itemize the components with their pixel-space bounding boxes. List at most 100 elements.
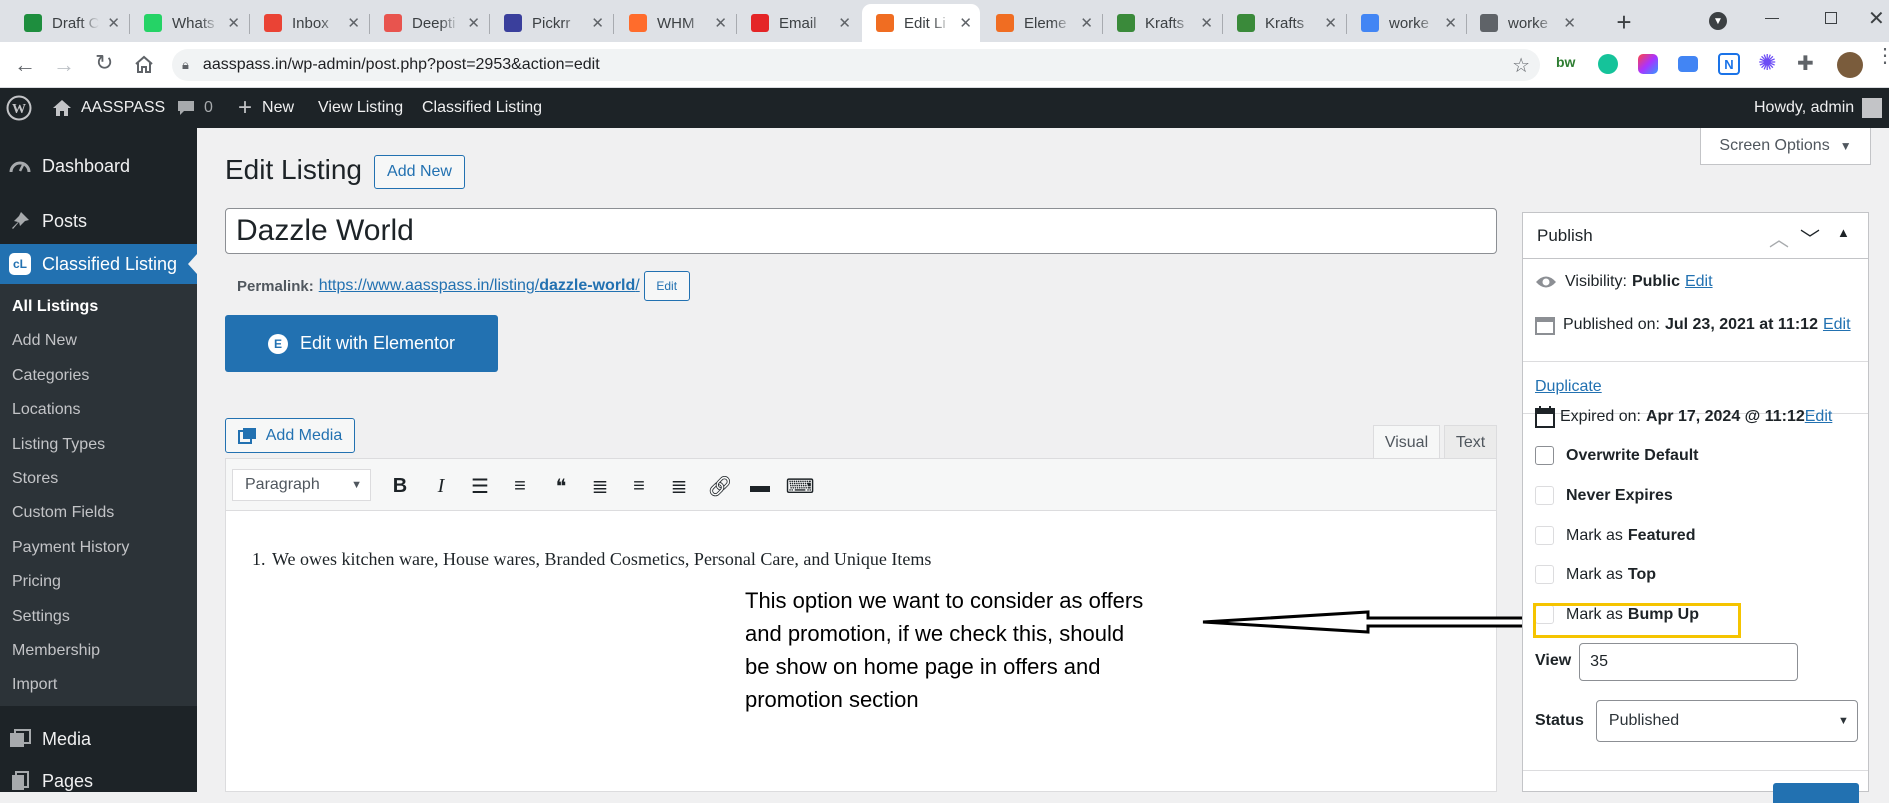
extensions-puzzle-icon[interactable]: ✚ — [1797, 51, 1814, 76]
menu-pages[interactable]: Pages — [0, 761, 197, 801]
top-checkbox[interactable] — [1535, 565, 1554, 584]
bold-icon[interactable]: B — [387, 473, 413, 499]
browser-menu-icon[interactable]: ⋮ — [1875, 46, 1889, 66]
browser-tab[interactable]: Krafts ✕ — [1103, 4, 1221, 42]
browser-tab[interactable]: WHM ✕ — [615, 4, 735, 42]
italic-icon[interactable]: I — [428, 473, 454, 499]
submenu-item[interactable]: Import — [12, 676, 57, 694]
restore-button[interactable] — [1825, 12, 1837, 24]
align-right-icon[interactable]: ≣ — [666, 473, 692, 499]
view-count-input[interactable]: 35 — [1579, 643, 1799, 681]
minimize-button[interactable] — [1765, 18, 1779, 19]
close-tab-icon[interactable]: ✕ — [227, 14, 240, 32]
submenu-item[interactable]: Custom Fields — [12, 504, 114, 522]
bookmark-star-icon[interactable]: ☆ — [1512, 53, 1530, 78]
sparkle-extension-icon[interactable]: ✺ — [1758, 50, 1776, 76]
browser-tab[interactable]: Eleme ✕ — [982, 4, 1101, 42]
menu-media[interactable]: Media — [0, 719, 197, 759]
reload-icon[interactable]: ↻ — [95, 50, 113, 76]
submenu-item[interactable]: Payment History — [12, 539, 129, 557]
browser-tab[interactable]: Draft C ✕ — [10, 4, 128, 42]
close-tab-icon[interactable]: ✕ — [1080, 14, 1093, 32]
numbered-list-icon[interactable]: ≡ — [507, 473, 533, 499]
bullet-list-icon[interactable]: ☰ — [467, 473, 493, 499]
top-row[interactable]: Mark as Top — [1535, 565, 1656, 584]
duplicate-link[interactable]: Duplicate — [1535, 378, 1602, 396]
new-tab-button[interactable]: + — [1610, 7, 1638, 37]
featured-checkbox[interactable] — [1535, 526, 1554, 545]
submenu-item[interactable]: Membership — [12, 642, 100, 660]
overwrite-default-row[interactable]: Overwrite Default — [1535, 446, 1698, 465]
submenu-item[interactable]: Locations — [12, 401, 81, 419]
browser-tab[interactable]: worke ✕ — [1466, 4, 1584, 42]
permalink-link[interactable]: https://www.aasspass.in/listing/dazzle-w… — [319, 277, 640, 295]
wordpress-logo-icon[interactable]: W — [6, 88, 32, 128]
submenu-item[interactable]: Settings — [12, 608, 70, 626]
grammarly-icon[interactable] — [1598, 54, 1618, 74]
browser-tab[interactable]: Deepti ✕ — [370, 4, 488, 42]
home-icon[interactable] — [134, 55, 154, 73]
close-tab-icon[interactable]: ✕ — [347, 14, 360, 32]
submenu-item[interactable]: Add New — [12, 332, 77, 350]
close-tab-icon[interactable]: ✕ — [1324, 14, 1337, 32]
align-center-icon[interactable]: ≡ — [626, 473, 652, 499]
site-name-link[interactable]: AASSPASS — [52, 88, 165, 128]
close-tab-icon[interactable]: ✕ — [467, 14, 480, 32]
n-extension-icon[interactable]: N — [1718, 53, 1740, 75]
tab-text[interactable]: Text — [1444, 425, 1497, 459]
browser-tab[interactable]: Edit Li ✕ — [862, 4, 980, 42]
browser-tab[interactable]: Pickrr ✕ — [490, 4, 612, 42]
browser-tab[interactable]: Email ✕ — [737, 4, 859, 42]
close-tab-icon[interactable]: ✕ — [714, 14, 727, 32]
post-title-input[interactable]: Dazzle World — [225, 208, 1497, 254]
view-listing-link[interactable]: View Listing — [318, 88, 403, 128]
align-left-icon[interactable]: ≣ — [587, 473, 613, 499]
close-tab-icon[interactable]: ✕ — [959, 14, 972, 32]
link-icon[interactable]: 🔗︎ — [707, 473, 733, 499]
my-account-link[interactable]: Howdy, admin — [1754, 88, 1883, 128]
colorpick-icon[interactable] — [1638, 54, 1658, 74]
submenu-item[interactable]: All Listings — [12, 298, 98, 316]
submenu-item[interactable]: Pricing — [12, 573, 61, 591]
never-expires-checkbox[interactable] — [1535, 486, 1554, 505]
add-new-button[interactable]: Add New — [374, 155, 465, 189]
permalink-edit-button[interactable]: Edit — [643, 271, 690, 301]
submenu-item[interactable]: Categories — [12, 367, 89, 385]
chevron-up-icon[interactable]: ︿ — [1769, 223, 1789, 252]
forward-icon[interactable]: → — [53, 52, 75, 78]
close-tab-icon[interactable]: ✕ — [1563, 14, 1576, 32]
menu-posts[interactable]: Posts — [0, 201, 197, 241]
submenu-item[interactable]: Stores — [12, 470, 58, 488]
edit-with-elementor-button[interactable]: E Edit with Elementor — [225, 315, 498, 372]
browser-tab[interactable]: worke ✕ — [1347, 4, 1465, 42]
back-icon[interactable]: ← — [14, 52, 36, 78]
update-button[interactable] — [1773, 783, 1859, 803]
close-window-button[interactable]: ✕ — [1868, 6, 1885, 31]
screen-options-button[interactable]: Screen Options ▼ — [1700, 128, 1871, 165]
classified-listing-link[interactable]: Classified Listing — [422, 88, 542, 128]
visibility-edit-link[interactable]: Edit — [1685, 273, 1713, 291]
browser-tab[interactable]: Inbox ✕ — [250, 4, 368, 42]
extension-bw-icon[interactable]: bw — [1556, 54, 1575, 70]
close-tab-icon[interactable]: ✕ — [1444, 14, 1457, 32]
add-media-button[interactable]: Add Media — [225, 418, 355, 453]
tab-search-icon[interactable]: ▼ — [1709, 12, 1727, 30]
close-tab-icon[interactable]: ✕ — [107, 14, 120, 32]
format-select[interactable]: Paragraph ▼ — [232, 469, 371, 501]
submenu-item[interactable]: Listing Types — [12, 436, 105, 454]
blockquote-icon[interactable]: ❝ — [548, 473, 574, 499]
toggle-panel-icon[interactable]: ▲ — [1837, 225, 1850, 240]
published-edit-link[interactable]: Edit — [1823, 316, 1851, 334]
content-list[interactable]: We owes kitchen ware, House wares, Brand… — [270, 549, 1370, 570]
address-bar[interactable]: 🔒︎ aasspass.in/wp-admin/post.php?post=29… — [172, 49, 1540, 81]
browser-tab[interactable]: Krafts ✕ — [1223, 4, 1345, 42]
read-more-icon[interactable]: ▬ — [747, 473, 773, 499]
screencast-icon[interactable] — [1678, 56, 1698, 72]
new-content-link[interactable]: + New — [238, 88, 294, 128]
menu-classified-listing[interactable]: cL Classified Listing — [0, 244, 197, 284]
status-select[interactable]: Published ▼ — [1595, 700, 1858, 742]
close-tab-icon[interactable]: ✕ — [591, 14, 604, 32]
close-tab-icon[interactable]: ✕ — [838, 14, 851, 32]
menu-dashboard[interactable]: Dashboard — [0, 146, 197, 186]
profile-avatar[interactable] — [1837, 52, 1863, 78]
